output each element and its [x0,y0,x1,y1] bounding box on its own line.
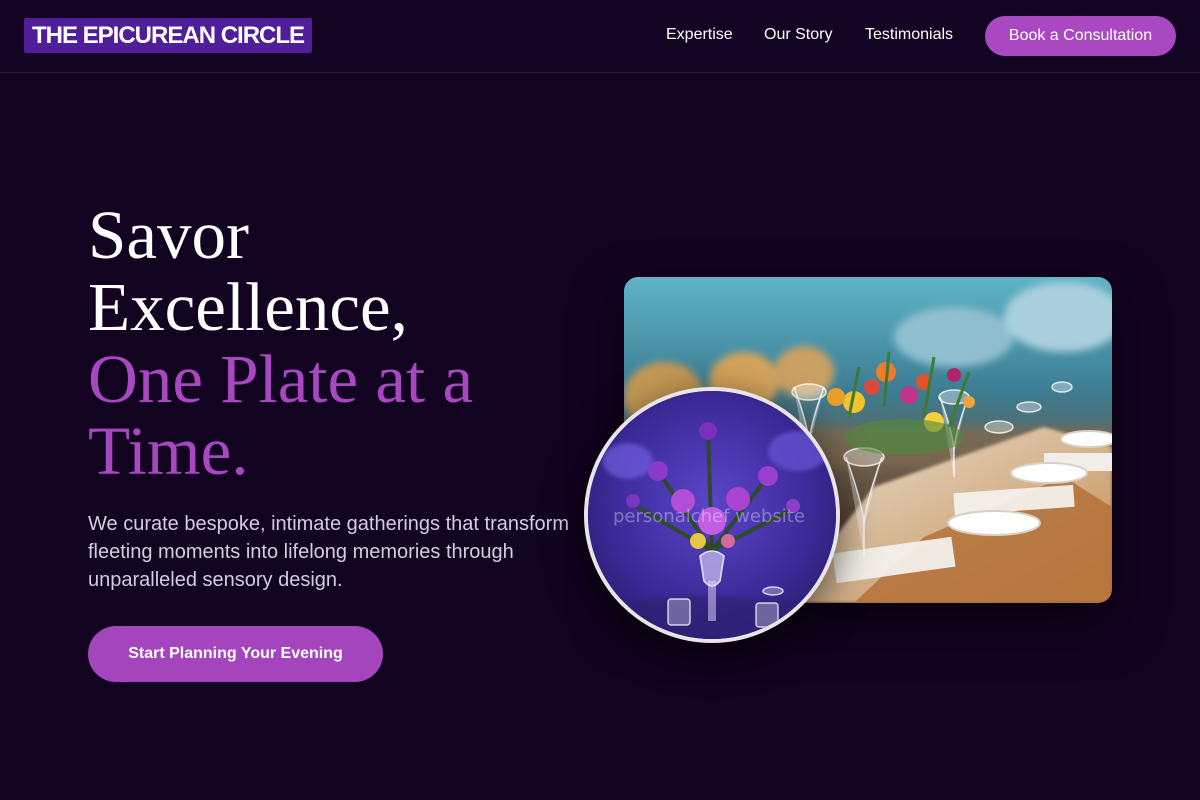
site-header: THE EPICUREAN CIRCLE Expertise Our Story… [0,0,1200,73]
headline-line-1: Savor [88,197,249,273]
headline-line-2: Excellence, [88,269,408,345]
book-consultation-button[interactable]: Book a Consultation [985,16,1176,56]
nav-link-our-story[interactable]: Our Story [764,25,832,45]
headline-accent-line-1: One Plate at a [88,341,474,417]
watermark-text: personalchef website [613,506,805,527]
brand-logo[interactable]: THE EPICUREAN CIRCLE [24,18,313,53]
headline-accent-line-2: Time. [88,413,249,489]
nav-link-expertise[interactable]: Expertise [666,25,733,45]
start-planning-button[interactable]: Start Planning Your Evening [88,626,383,682]
hero-headline: Savor Excellence, One Plate at a Time. [88,199,588,487]
hero-subtext: We curate bespoke, intimate gatherings t… [88,513,569,591]
nav-link-testimonials[interactable]: Testimonials [865,25,953,45]
